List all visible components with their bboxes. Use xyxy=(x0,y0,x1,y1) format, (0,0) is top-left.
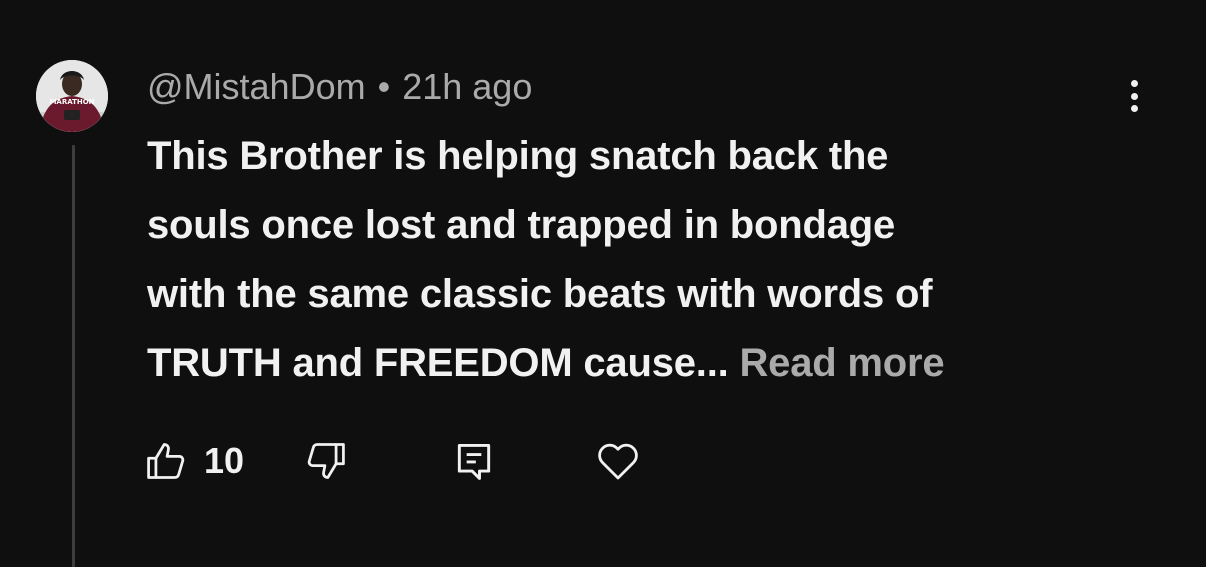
heart-icon xyxy=(598,443,638,480)
header-separator: • xyxy=(377,66,391,107)
comment-line: This Brother is helping snatch back the xyxy=(147,134,889,178)
avatar-image: MARATHON xyxy=(36,60,108,132)
reply-thread-line xyxy=(72,145,75,567)
thumbs-up-icon xyxy=(147,443,185,479)
more-vertical-icon-dot xyxy=(1130,105,1138,112)
avatar[interactable]: MARATHON xyxy=(36,60,108,132)
more-vertical-icon-dot xyxy=(1130,92,1138,100)
reply-button[interactable] xyxy=(452,439,496,483)
comment-line: souls once lost and trapped in bondage xyxy=(147,203,896,247)
comment-last-line: TRUTH and FREEDOM cause... Read more xyxy=(147,329,1147,398)
more-options-button[interactable] xyxy=(1116,74,1152,118)
like-button[interactable]: 10 xyxy=(144,439,244,483)
comment-line: with the same classic beats with words o… xyxy=(147,272,933,316)
more-vertical-icon-dot xyxy=(1130,80,1138,87)
thumbs-down-icon xyxy=(307,443,345,479)
comment-header: @MistahDom • 21h ago xyxy=(147,62,532,112)
heart-button[interactable] xyxy=(594,437,642,485)
comment-line: TRUTH and FREEDOM cause... xyxy=(147,341,729,385)
dislike-button[interactable] xyxy=(304,439,348,483)
read-more-link[interactable]: Read more xyxy=(739,341,944,385)
like-count: 10 xyxy=(204,440,245,481)
comment-text: This Brother is helping snatch back the … xyxy=(147,122,1147,398)
avatar-shirt-text: MARATHON xyxy=(49,98,94,106)
author-name[interactable]: @MistahDom xyxy=(147,66,366,108)
comment-timestamp[interactable]: 21h ago xyxy=(402,66,532,108)
comment-reply-icon xyxy=(457,443,491,480)
comment-actions: 10 xyxy=(144,436,642,486)
